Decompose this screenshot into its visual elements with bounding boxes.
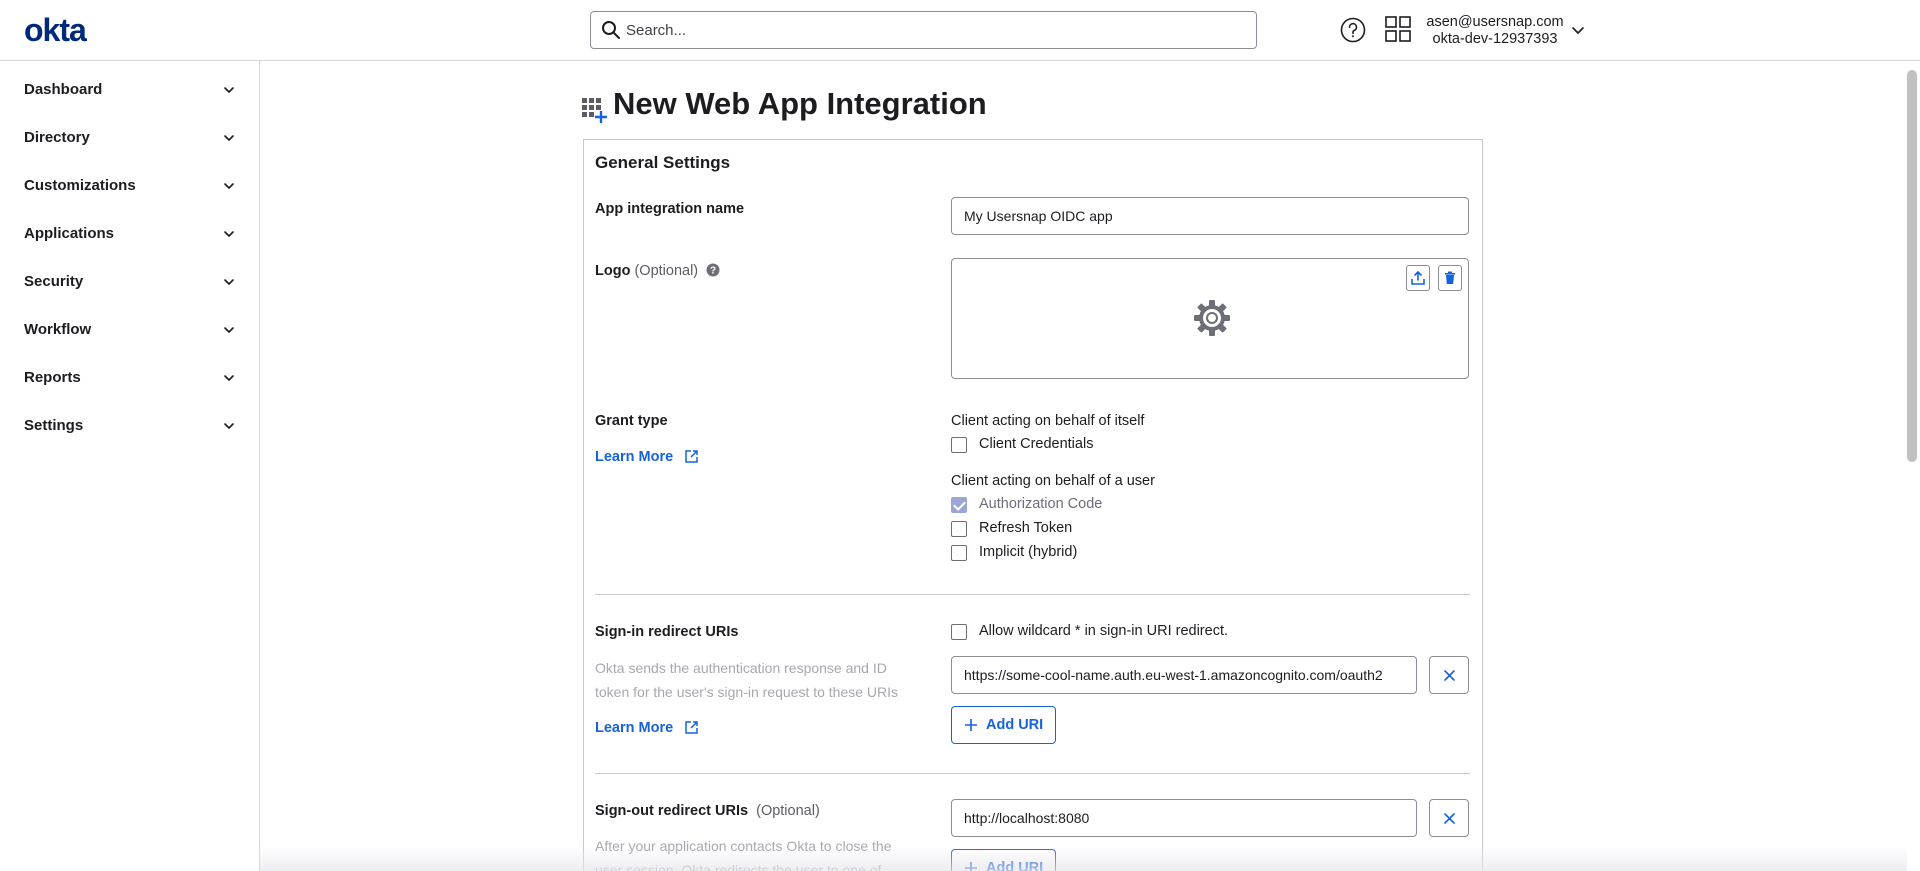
- signin-redirect-description: Okta sends the authentication response a…: [595, 660, 899, 700]
- sidebar-nav: Dashboard Directory Customizations Appli…: [0, 61, 260, 871]
- okta-logo[interactable]: okta: [24, 12, 87, 49]
- learn-more-text: Learn More: [595, 449, 674, 465]
- chevron-down-icon: [224, 135, 234, 141]
- grant-type-label: Grant type: [595, 413, 668, 429]
- checkbox-label: Implicit (hybrid): [979, 544, 1078, 560]
- gear-icon: [1194, 300, 1230, 336]
- chevron-down-icon: [224, 183, 234, 189]
- app-grid-icon[interactable]: [1385, 16, 1411, 42]
- sidebar-item-label: Workflow: [24, 321, 92, 338]
- grant-group-user-title: Client acting on behalf of a user: [951, 473, 1155, 489]
- sidebar-item-reports[interactable]: Reports: [0, 355, 259, 403]
- delete-logo-button[interactable]: [1438, 265, 1462, 291]
- app-name-label: App integration name: [595, 201, 745, 217]
- optional-tag: (Optional): [756, 803, 820, 819]
- upload-logo-button[interactable]: [1406, 265, 1430, 291]
- search-icon: [602, 21, 620, 39]
- org-name: okta-dev-12937393: [1432, 31, 1558, 47]
- signin-redirect-label: Sign-in redirect URIs: [595, 624, 739, 640]
- close-icon: [1444, 670, 1455, 681]
- add-uri-label: Add URI: [986, 860, 1044, 871]
- section-divider: [595, 594, 1470, 595]
- external-link-icon: [685, 721, 698, 734]
- search-box: [590, 11, 1257, 49]
- sidebar-item-customizations[interactable]: Customizations: [0, 163, 259, 211]
- sidebar-item-workflow[interactable]: Workflow: [0, 307, 259, 355]
- optional-tag: (Optional): [634, 263, 699, 279]
- signout-redirect-description: After your application contacts Okta to …: [595, 838, 892, 871]
- chevron-down-icon[interactable]: [1570, 22, 1586, 38]
- plus-icon: [965, 862, 977, 871]
- help-circle-icon[interactable]: [1340, 17, 1366, 43]
- logo-upload-area[interactable]: [951, 258, 1469, 379]
- signin-uri-input[interactable]: [951, 656, 1417, 694]
- sidebar-item-label: Security: [24, 273, 84, 290]
- add-uri-button[interactable]: Add URI: [951, 849, 1057, 871]
- signout-uri-input[interactable]: [951, 799, 1417, 837]
- add-uri-label: Add URI: [986, 717, 1044, 733]
- chevron-down-icon: [224, 423, 234, 429]
- plus-icon: [965, 719, 977, 731]
- remove-uri-button[interactable]: [1429, 799, 1469, 837]
- learn-more-link[interactable]: Learn More: [595, 720, 698, 736]
- user-menu[interactable]: asen@usersnap.com okta-dev-12937393: [1420, 14, 1570, 48]
- sidebar-item-security[interactable]: Security: [0, 259, 259, 307]
- vertical-scrollbar[interactable]: [1907, 70, 1917, 462]
- checkbox-label: Refresh Token: [979, 520, 1073, 536]
- grant-group-itself-title: Client acting on behalf of itself: [951, 413, 1145, 429]
- external-link-icon: [685, 450, 698, 463]
- logo-label: Logo (Optional) ?: [595, 263, 720, 279]
- section-title: General Settings: [595, 153, 731, 172]
- learn-more-link[interactable]: Learn More: [595, 449, 698, 465]
- sidebar-item-label: Customizations: [24, 177, 136, 194]
- close-icon: [1444, 813, 1455, 824]
- svg-text:?: ?: [710, 266, 716, 277]
- sidebar-item-label: Dashboard: [24, 81, 103, 98]
- chevron-down-icon: [224, 231, 234, 237]
- checkbox-label: Allow wildcard * in sign-in URI redirect…: [979, 623, 1228, 639]
- signout-redirect-label: Sign-out redirect URIs (Optional): [595, 803, 820, 819]
- learn-more-text: Learn More: [595, 720, 674, 736]
- upload-icon: [1411, 271, 1425, 285]
- checkbox-label: Authorization Code: [979, 496, 1103, 512]
- signout-redirect-label-text: Sign-out redirect URIs: [595, 803, 749, 819]
- checkbox[interactable]: [951, 521, 967, 537]
- checkbox[interactable]: [951, 497, 967, 513]
- top-bar: okta asen@usersnap.com okta-dev-12937393: [0, 0, 1920, 61]
- chevron-down-icon: [224, 375, 234, 381]
- search-input[interactable]: [626, 12, 1246, 48]
- sidebar-item-label: Directory: [24, 129, 90, 146]
- sidebar-item-dashboard[interactable]: Dashboard: [0, 67, 259, 115]
- chevron-down-icon: [224, 327, 234, 333]
- user-email: asen@usersnap.com: [1426, 14, 1564, 30]
- app-name-input[interactable]: [951, 197, 1469, 235]
- sidebar-item-applications[interactable]: Applications: [0, 211, 259, 259]
- remove-uri-button[interactable]: [1429, 656, 1469, 694]
- checkbox[interactable]: [951, 545, 967, 561]
- chevron-down-icon: [224, 87, 234, 93]
- section-divider: [595, 773, 1470, 774]
- page-title: New Web App Integration: [613, 86, 987, 121]
- sidebar-item-label: Reports: [24, 369, 81, 386]
- chevron-down-icon: [224, 279, 234, 285]
- app-add-icon: [582, 98, 607, 123]
- checkbox[interactable]: [951, 624, 967, 640]
- sidebar-item-directory[interactable]: Directory: [0, 115, 259, 163]
- sidebar-item-settings[interactable]: Settings: [0, 403, 259, 451]
- info-icon[interactable]: ?: [706, 263, 720, 277]
- checkbox-label: Client Credentials: [979, 436, 1094, 452]
- add-uri-button[interactable]: Add URI: [951, 706, 1057, 744]
- sidebar-item-label: Applications: [24, 225, 115, 242]
- logo-label-text: Logo: [595, 263, 631, 279]
- sidebar-item-label: Settings: [24, 417, 84, 434]
- trash-icon: [1445, 271, 1455, 284]
- checkbox[interactable]: [951, 437, 967, 453]
